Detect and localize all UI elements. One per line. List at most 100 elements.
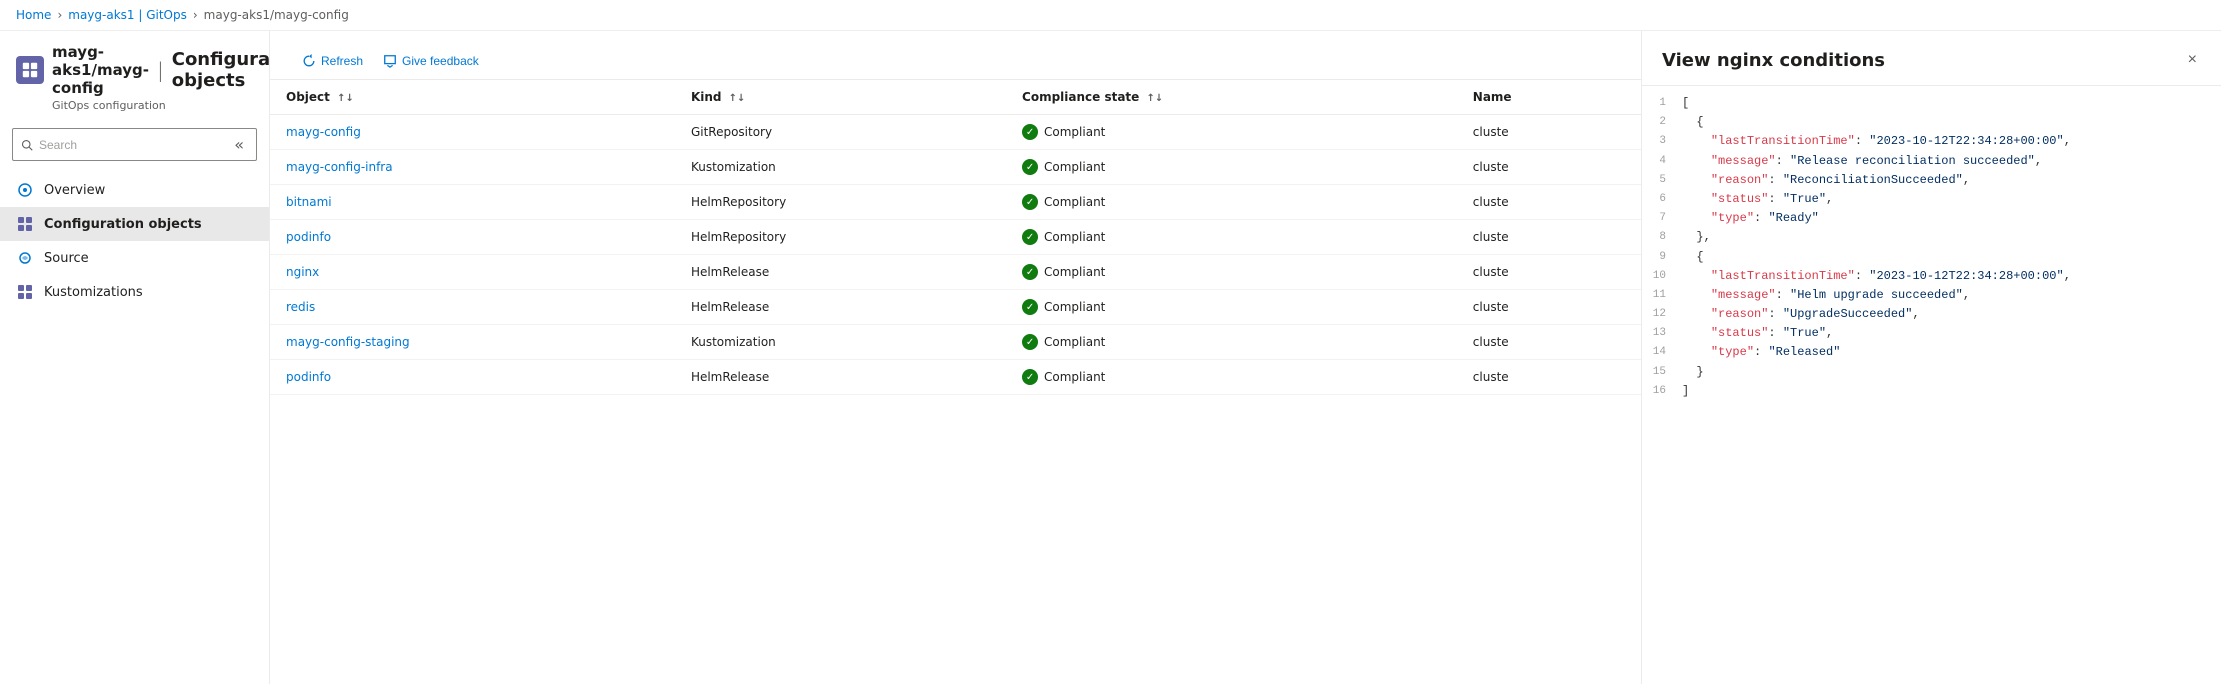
panel-header: View nginx conditions ×: [1642, 31, 2221, 86]
main-content: Refresh Give feedback Object ↑↓ Kind ↑↓: [270, 31, 1641, 684]
cell-object: mayg-config: [270, 115, 675, 150]
search-bar: «: [12, 128, 257, 161]
object-link[interactable]: mayg-config-staging: [286, 335, 410, 349]
cell-object: mayg-config-infra: [270, 150, 675, 185]
line-number: 11: [1642, 286, 1682, 305]
sidebar-item-configuration-objects[interactable]: Configuration objects: [0, 207, 269, 241]
title-separator: |: [157, 58, 164, 82]
cell-compliance: ✓ Compliant: [1006, 255, 1457, 290]
compliance-label: Compliant: [1044, 230, 1105, 244]
object-link[interactable]: nginx: [286, 265, 319, 279]
table-row: mayg-config-infra Kustomization ✓ Compli…: [270, 150, 1641, 185]
cell-kind: Kustomization: [675, 325, 1006, 360]
object-link[interactable]: podinfo: [286, 230, 331, 244]
cell-compliance: ✓ Compliant: [1006, 115, 1457, 150]
compliance-label: Compliant: [1044, 125, 1105, 139]
refresh-button[interactable]: Refresh: [294, 49, 371, 73]
page-header: Refresh Give feedback: [270, 31, 1641, 80]
kustomizations-icon: [16, 283, 34, 301]
code-line: 10 "lastTransitionTime": "2023-10-12T22:…: [1642, 267, 2221, 286]
sort-kind-icon[interactable]: ↑↓: [729, 93, 746, 104]
gitops-icon: [21, 61, 39, 79]
sidebar-item-overview[interactable]: Overview: [0, 173, 269, 207]
line-content: "lastTransitionTime": "2023-10-12T22:34:…: [1682, 267, 2221, 286]
line-content: "message": "Helm upgrade succeeded",: [1682, 286, 2221, 305]
object-link[interactable]: redis: [286, 300, 315, 314]
code-line: 6 "status": "True",: [1642, 190, 2221, 209]
json-value: "2023-10-12T22:34:28+00:00": [1869, 134, 2063, 148]
overview-icon: [16, 181, 34, 199]
cell-compliance: ✓ Compliant: [1006, 325, 1457, 360]
line-content: "status": "True",: [1682, 190, 2221, 209]
cell-compliance: ✓ Compliant: [1006, 220, 1457, 255]
cell-name: cluste: [1457, 150, 1641, 185]
cell-object: mayg-config-staging: [270, 325, 675, 360]
json-key: "type": [1711, 211, 1754, 225]
object-link[interactable]: bitnami: [286, 195, 332, 209]
object-link[interactable]: mayg-config-infra: [286, 160, 393, 174]
json-value: "Release reconciliation succeeded": [1790, 154, 2035, 168]
json-key: "type": [1711, 345, 1754, 359]
table-row: podinfo HelmRepository ✓ Compliant clust…: [270, 220, 1641, 255]
compliance-icon: ✓: [1022, 334, 1038, 350]
objects-table: Object ↑↓ Kind ↑↓ Compliance state ↑↓ Na…: [270, 80, 1641, 395]
sort-compliance-icon[interactable]: ↑↓: [1147, 93, 1164, 104]
json-value: "ReconciliationSucceeded": [1783, 173, 1963, 187]
sidebar-item-overview-label: Overview: [44, 183, 105, 198]
compliance-icon: ✓: [1022, 194, 1038, 210]
table-row: podinfo HelmRelease ✓ Compliant cluste: [270, 360, 1641, 395]
json-value: "Ready": [1768, 211, 1818, 225]
line-content: {: [1682, 248, 2221, 267]
sidebar-header: mayg-aks1/mayg-config | Configuration ob…: [0, 31, 269, 120]
sort-object-icon[interactable]: ↑↓: [337, 93, 354, 104]
refresh-label: Refresh: [321, 54, 363, 68]
cell-compliance: ✓ Compliant: [1006, 360, 1457, 395]
object-link[interactable]: podinfo: [286, 370, 331, 384]
sidebar-item-kustomizations[interactable]: Kustomizations: [0, 275, 269, 309]
line-number: 4: [1642, 152, 1682, 171]
line-number: 5: [1642, 171, 1682, 190]
table-row: mayg-config GitRepository ✓ Compliant cl…: [270, 115, 1641, 150]
line-number: 3: [1642, 132, 1682, 151]
cell-object: bitnami: [270, 185, 675, 220]
close-button[interactable]: ×: [2184, 47, 2201, 73]
compliance-icon: ✓: [1022, 369, 1038, 385]
toolbar: Refresh Give feedback: [294, 43, 1617, 79]
breadcrumb: Home › mayg-aks1 | GitOps › mayg-aks1/ma…: [0, 0, 2221, 31]
line-number: 8: [1642, 228, 1682, 247]
cell-name: cluste: [1457, 290, 1641, 325]
cell-kind: HelmRelease: [675, 255, 1006, 290]
code-line: 16]: [1642, 382, 2221, 401]
json-key: "message": [1711, 154, 1776, 168]
object-link[interactable]: mayg-config: [286, 125, 361, 139]
compliance-icon: ✓: [1022, 264, 1038, 280]
cell-kind: HelmRelease: [675, 290, 1006, 325]
json-value: "True": [1783, 326, 1826, 340]
breadcrumb-home[interactable]: Home: [16, 8, 51, 22]
table-row: mayg-config-staging Kustomization ✓ Comp…: [270, 325, 1641, 360]
col-name: Name: [1457, 80, 1641, 115]
json-value: "2023-10-12T22:34:28+00:00": [1869, 269, 2063, 283]
compliance-icon: ✓: [1022, 124, 1038, 140]
table-body: mayg-config GitRepository ✓ Compliant cl…: [270, 115, 1641, 395]
cell-object: podinfo: [270, 220, 675, 255]
collapse-button[interactable]: «: [230, 133, 248, 156]
feedback-label: Give feedback: [402, 54, 479, 68]
search-input[interactable]: [39, 138, 224, 152]
line-content: "type": "Ready": [1682, 209, 2221, 228]
line-number: 13: [1642, 324, 1682, 343]
line-number: 7: [1642, 209, 1682, 228]
json-value: "True": [1783, 192, 1826, 206]
json-key: "reason": [1711, 307, 1769, 321]
sidebar-item-source[interactable]: Source: [0, 241, 269, 275]
table-header-row: Object ↑↓ Kind ↑↓ Compliance state ↑↓ Na…: [270, 80, 1641, 115]
code-line: 4 "message": "Release reconciliation suc…: [1642, 152, 2221, 171]
table-row: redis HelmRelease ✓ Compliant cluste: [270, 290, 1641, 325]
compliance-label: Compliant: [1044, 335, 1105, 349]
feedback-button[interactable]: Give feedback: [375, 49, 487, 73]
compliance-label: Compliant: [1044, 160, 1105, 174]
code-line: 3 "lastTransitionTime": "2023-10-12T22:3…: [1642, 132, 2221, 151]
resource-subtitle: GitOps configuration: [52, 99, 253, 112]
breadcrumb-cluster[interactable]: mayg-aks1 | GitOps: [68, 8, 187, 22]
compliance-icon: ✓: [1022, 229, 1038, 245]
